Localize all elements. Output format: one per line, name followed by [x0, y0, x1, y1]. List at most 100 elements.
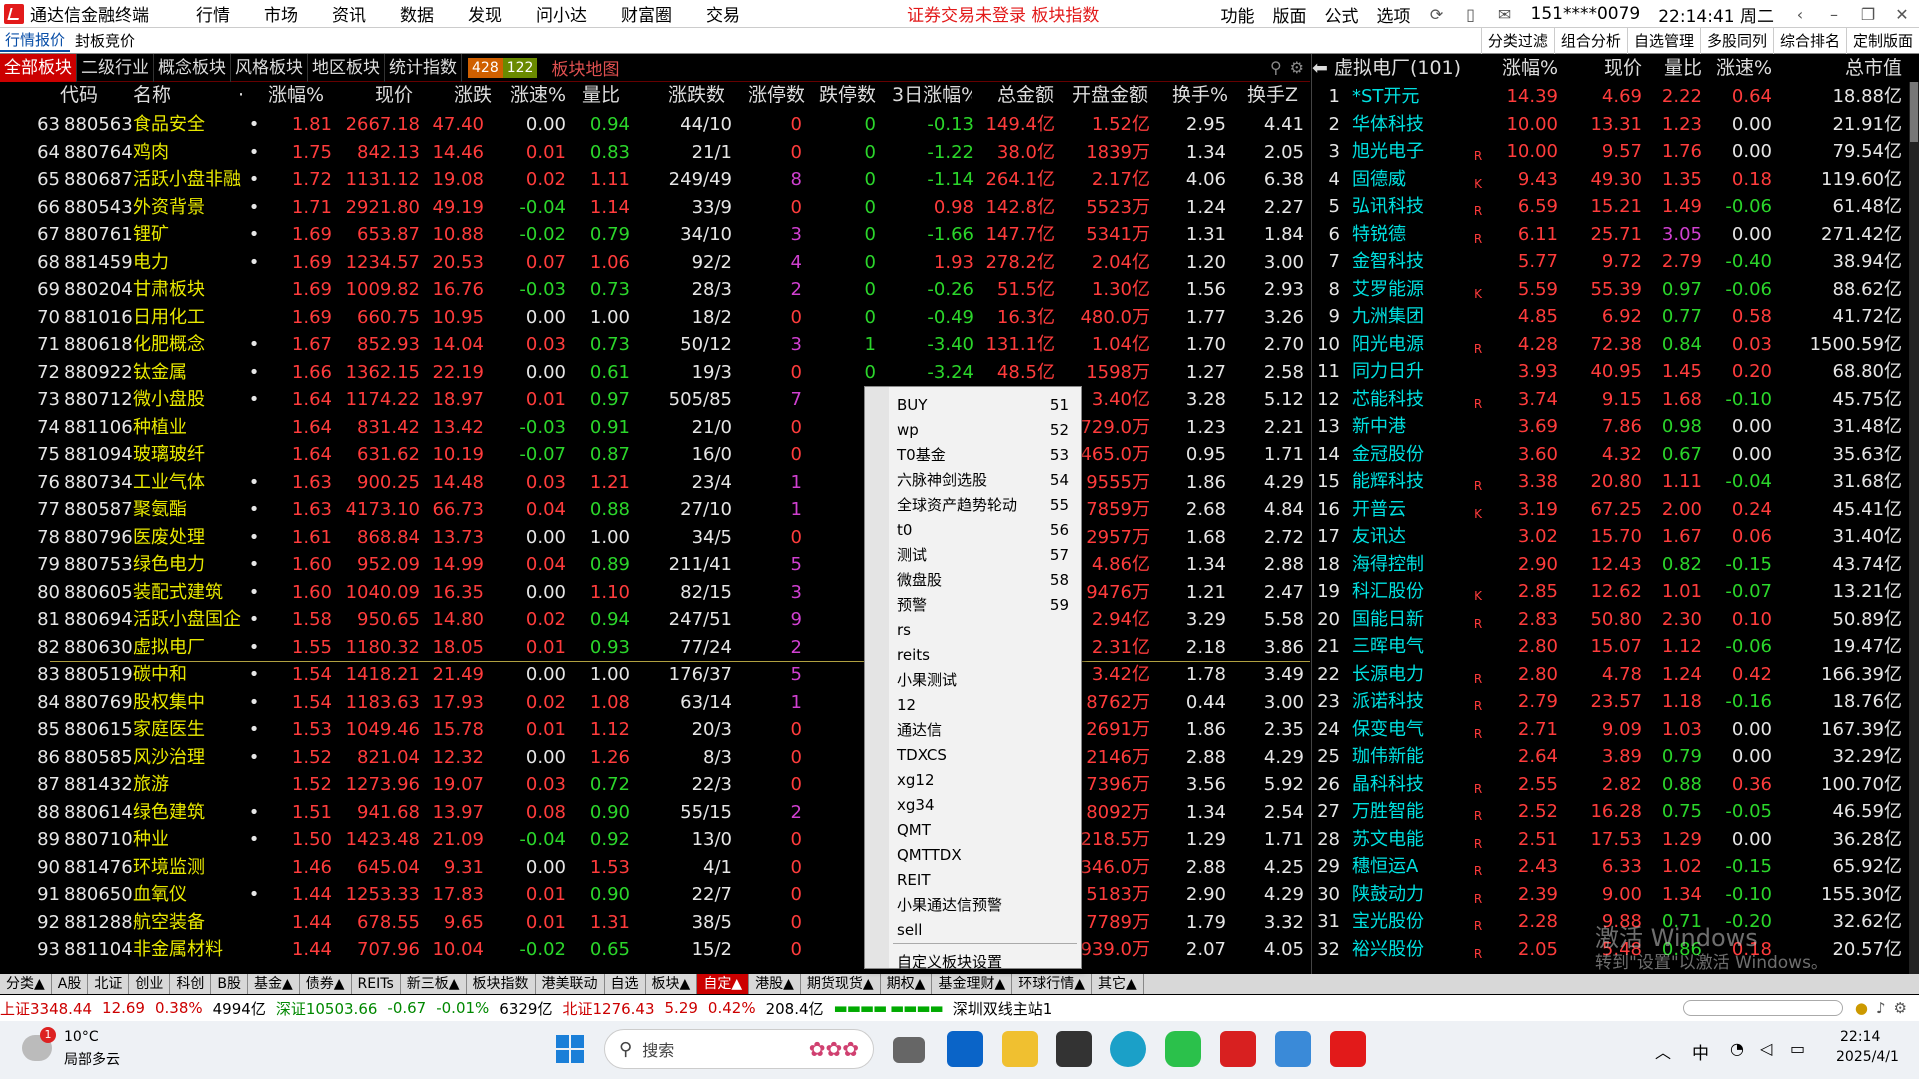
custom-layout-button[interactable]: 定制版面	[1845, 28, 1919, 54]
menu-ask[interactable]: 问小达	[519, 1, 604, 26]
stock-row[interactable]: 26 晶科科技 R 2.55 2.82 0.88 0.36 100.70亿	[1312, 771, 1912, 799]
stock-row[interactable]: 2 华体科技 10.00 13.31 1.23 0.00 21.91亿	[1312, 111, 1912, 139]
column-header[interactable]: 涨跌数	[668, 82, 728, 108]
tab-concept[interactable]: 概念板块	[154, 53, 231, 82]
stock-row[interactable]: 27 万胜智能 R 2.52 16.28 0.75 -0.05 46.59亿	[1312, 798, 1912, 826]
menu-item[interactable]: QMTTDX	[897, 843, 1077, 868]
market-tab[interactable]: 其它▲	[1092, 974, 1144, 994]
table-row[interactable]: 88 880614 绿色建筑 • 1.51 941.68 13.97 0.08 0.90 55/1…	[0, 799, 1310, 827]
store-icon[interactable]	[1056, 1031, 1092, 1067]
task-view-icon[interactable]	[893, 1037, 925, 1063]
table-row[interactable]: 76 880734 工业气体 • 1.63 900.25 14.48 0.03 1.21 23/4…	[0, 469, 1310, 497]
panel-column-header[interactable]: 涨幅%	[1488, 54, 1558, 82]
menu-item[interactable]: 小果测试	[897, 668, 1077, 693]
column-header[interactable]: 换手%	[1172, 82, 1228, 108]
back-arrow-icon[interactable]: ⬅	[1312, 57, 1334, 79]
stock-row[interactable]: 28 苏文电能 R 2.51 17.53 1.29 0.00 36.28亿	[1312, 826, 1912, 854]
portfolio-analysis-button[interactable]: 组合分析	[1553, 28, 1627, 54]
market-tab[interactable]: 板块指数	[467, 974, 536, 994]
wechat-icon[interactable]	[1165, 1031, 1201, 1067]
tab-limit-auction[interactable]: 封板竞价	[70, 30, 140, 51]
table-row[interactable]: 89 880710 种业 • 1.50 1423.48 21.09 -0.04 0.92 13/0…	[0, 826, 1310, 854]
panel-column-header[interactable]: 现价	[1562, 54, 1642, 82]
table-row[interactable]: 65 880687 活跃小盘非融 • 1.72 1131.12 19.08 0.02 1.11 2…	[0, 166, 1310, 194]
menu-formula[interactable]: 公式	[1316, 2, 1368, 27]
stock-row[interactable]: 21 三晖电气 2.80 15.07 1.12 -0.06 19.47亿	[1312, 633, 1912, 661]
table-row[interactable]: 79 880753 绿色电力 • 1.60 952.09 14.99 0.04 0.89 211/…	[0, 551, 1310, 579]
panel-column-header[interactable]: 量比	[1642, 54, 1702, 82]
market-tab[interactable]: 北证	[88, 974, 130, 994]
taskbar-time[interactable]: 22:14	[1840, 1029, 1880, 1045]
market-tab[interactable]: 自定▲	[697, 974, 750, 994]
table-row[interactable]: 80 880605 装配式建筑 • 1.60 1040.09 16.35 0.00 1.10 82…	[0, 579, 1310, 607]
market-tab[interactable]: 债券▲	[300, 974, 352, 994]
volume-icon[interactable]: ◁	[1760, 1039, 1772, 1058]
market-tab[interactable]: REITs	[352, 974, 401, 994]
start-button[interactable]	[556, 1035, 584, 1063]
menu-item[interactable]: T0基金 53	[897, 443, 1077, 468]
menu-item[interactable]: 六脉神剑选股 54	[897, 468, 1077, 493]
table-row[interactable]: 74 881106 种植业 1.64 831.42 13.42 -0.03 0.91 21/0 0…	[0, 414, 1310, 442]
mail-icon[interactable]: ✉	[1488, 5, 1522, 24]
table-row[interactable]: 71 880618 化肥概念 • 1.67 852.93 14.04 0.03 0.73 50/1…	[0, 331, 1310, 359]
menu-item[interactable]: t0 56	[897, 518, 1077, 543]
restore-icon[interactable]: ❐	[1851, 5, 1885, 24]
close-icon[interactable]: ✕	[1885, 5, 1919, 24]
column-header[interactable]: 代码	[60, 82, 110, 108]
table-row[interactable]: 85 880615 家庭医生 • 1.53 1049.46 15.78 0.01 1.12 20/…	[0, 716, 1310, 744]
tray-chevron-icon[interactable]: ︿	[1655, 1039, 1671, 1063]
stock-row[interactable]: 17 友讯达 3.02 15.70 1.67 0.06 31.40亿	[1312, 523, 1912, 551]
market-tab[interactable]: 期货现货▲	[801, 974, 881, 994]
taskbar-search[interactable]: ⚲ 搜索 ✿✿✿	[604, 1029, 874, 1069]
table-row[interactable]: 92881288航空装备1.44678.559.650.011.3138/500…	[0, 909, 1310, 937]
column-header[interactable]: 跌停数	[819, 82, 879, 108]
menu-item[interactable]: reits	[897, 643, 1077, 668]
table-row[interactable]: 67 880761 锂矿 • 1.69 653.87 10.88 -0.02 0.79 34/10…	[0, 221, 1310, 249]
app-icon[interactable]	[1275, 1031, 1311, 1067]
column-header[interactable]: 涨停数	[748, 82, 808, 108]
menu-layout[interactable]: 版面	[1264, 2, 1316, 27]
column-header[interactable]: 开盘金额	[1072, 82, 1152, 108]
table-row[interactable]: 75 881094 玻璃玻纤 1.64 631.62 10.19 -0.07 0.87 16/0…	[0, 441, 1310, 469]
menu-data[interactable]: 数据	[383, 1, 451, 26]
stock-row[interactable]: 14 金冠股份 3.60 4.32 0.67 0.00 35.63亿	[1312, 441, 1912, 469]
table-row[interactable]: 82 880630 虚拟电厂 • 1.55 1180.32 18.05 0.01 0.93 77/…	[0, 634, 1310, 662]
menu-wealth[interactable]: 财富圈	[604, 1, 689, 26]
stock-row[interactable]: 23 派诺科技 R 2.79 23.57 1.18 -0.16 18.76亿	[1312, 688, 1912, 716]
market-tab[interactable]: 港美联动	[536, 974, 605, 994]
column-header[interactable]: 涨幅%	[268, 82, 328, 108]
table-row[interactable]: 86 880585 风沙治理 • 1.52 821.04 12.32 0.00 1.26 8/3 0…	[0, 744, 1310, 772]
table-row[interactable]: 91 880650 血氧仪 • 1.44 1253.33 17.83 0.01 0.90 22/7…	[0, 881, 1310, 909]
column-header[interactable]: 总金额	[997, 82, 1067, 108]
wps-icon[interactable]	[1220, 1031, 1256, 1067]
weather-desc[interactable]: 局部多云	[64, 1049, 120, 1069]
login-warning[interactable]: 证券交易未登录 板块指数	[907, 1, 1099, 26]
battery-icon[interactable]: ▭	[1790, 1039, 1805, 1058]
account-id[interactable]: 151****0079	[1522, 4, 1650, 24]
stock-row[interactable]: 13 新中港 3.69 7.86 0.98 0.00 31.48亿	[1312, 413, 1912, 441]
gear-icon[interactable]: ⚙	[1290, 58, 1304, 77]
menu-item[interactable]: 小果通达信预警	[897, 893, 1077, 918]
table-row[interactable]: 63 880563 食品安全 • 1.81 2667.18 47.40 0.00 0.94 44/…	[0, 111, 1310, 139]
tab-industry[interactable]: 二级行业	[77, 53, 154, 82]
market-tab[interactable]: 板块▲	[646, 974, 698, 994]
filter-button[interactable]: 分类过滤	[1480, 28, 1554, 54]
market-tab[interactable]: 分类▲	[0, 974, 52, 994]
server-label[interactable]: 深圳双线主站1	[953, 998, 1053, 1019]
table-row[interactable]: 66 880543 外资背景 • 1.71 2921.80 49.19 -0.04 1.14 33…	[0, 194, 1310, 222]
column-header[interactable]: ·	[238, 82, 252, 108]
tab-style[interactable]: 风格板块	[231, 53, 308, 82]
menu-item[interactable]: BUY 51	[897, 393, 1077, 418]
multi-stock-button[interactable]: 多股同列	[1699, 28, 1773, 54]
wifi-icon[interactable]: ◔	[1730, 1039, 1744, 1058]
stock-row[interactable]: 29 穗恒运A R 2.43 6.33 1.02 -0.15 65.92亿	[1312, 853, 1912, 881]
table-row[interactable]: 72 880922 钛金属 • 1.66 1362.15 22.19 0.00 0.61 19/3…	[0, 359, 1310, 387]
panel-column-header[interactable]: 涨速%	[1702, 54, 1772, 82]
table-row[interactable]: 87881432旅游1.521273.9619.070.030.7222/300…	[0, 771, 1310, 799]
scrollbar[interactable]	[1909, 82, 1919, 982]
sh-index[interactable]: 上证3348.44	[0, 998, 92, 1019]
menu-item[interactable]: rs	[897, 618, 1077, 643]
menu-item[interactable]: 预警 59	[897, 593, 1077, 618]
menu-market[interactable]: 市场	[247, 1, 315, 26]
market-tab[interactable]: B股	[211, 974, 248, 994]
